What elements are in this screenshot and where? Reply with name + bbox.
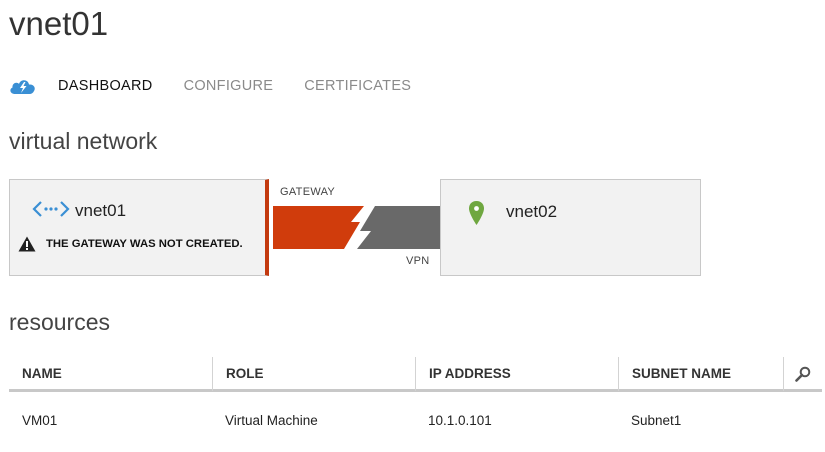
table-search-button[interactable] <box>783 357 822 391</box>
table-row[interactable]: VM01 Virtual Machine 10.1.0.101 Subnet1 <box>9 392 822 449</box>
virtual-network-diagram: vnet01 THE GATEWAY WAS NOT CREATED. GATE… <box>9 179 701 276</box>
column-header-ip-address[interactable]: IP ADDRESS <box>415 357 618 391</box>
tab-configure[interactable]: CONFIGURE <box>184 78 274 94</box>
tab-dashboard[interactable]: DASHBOARD <box>58 78 153 94</box>
cell-subnet-name: Subnet1 <box>631 413 682 428</box>
virtual-network-heading: virtual network <box>9 128 158 154</box>
resources-heading: resources <box>9 309 110 335</box>
vpn-label: VPN <box>406 255 430 267</box>
tab-bar: DASHBOARD CONFIGURE CERTIFICATES <box>9 74 442 98</box>
resources-table: NAME ROLE IP ADDRESS SUBNET NAME VM01 Vi… <box>9 357 822 449</box>
vnet-icon <box>32 201 70 217</box>
page-title: vnet01 <box>9 5 109 42</box>
gateway-band <box>273 206 364 249</box>
location-pin-icon <box>469 201 484 225</box>
remote-network-node[interactable]: vnet02 <box>440 179 701 276</box>
column-header-name[interactable]: NAME <box>9 357 212 391</box>
azure-cloud-icon <box>10 80 35 94</box>
warning-icon <box>18 236 36 252</box>
vpn-band <box>357 206 440 249</box>
gateway-label: GATEWAY <box>280 186 336 198</box>
column-header-subnet-name[interactable]: SUBNET NAME <box>618 357 783 391</box>
gateway-warning: THE GATEWAY WAS NOT CREATED. <box>18 236 243 252</box>
local-network-node[interactable]: vnet01 THE GATEWAY WAS NOT CREATED. <box>9 179 269 276</box>
column-header-role[interactable]: ROLE <box>212 357 415 391</box>
cell-role: Virtual Machine <box>225 413 318 428</box>
tab-certificates[interactable]: CERTIFICATES <box>304 78 411 94</box>
cell-name: VM01 <box>22 413 58 428</box>
search-icon <box>795 366 811 382</box>
remote-network-name: vnet02 <box>506 202 558 221</box>
warning-text: THE GATEWAY WAS NOT CREATED. <box>46 238 243 250</box>
local-network-name: vnet01 <box>75 201 127 220</box>
cell-ip-address: 10.1.0.101 <box>428 413 492 428</box>
table-header: NAME ROLE IP ADDRESS SUBNET NAME <box>9 357 822 392</box>
